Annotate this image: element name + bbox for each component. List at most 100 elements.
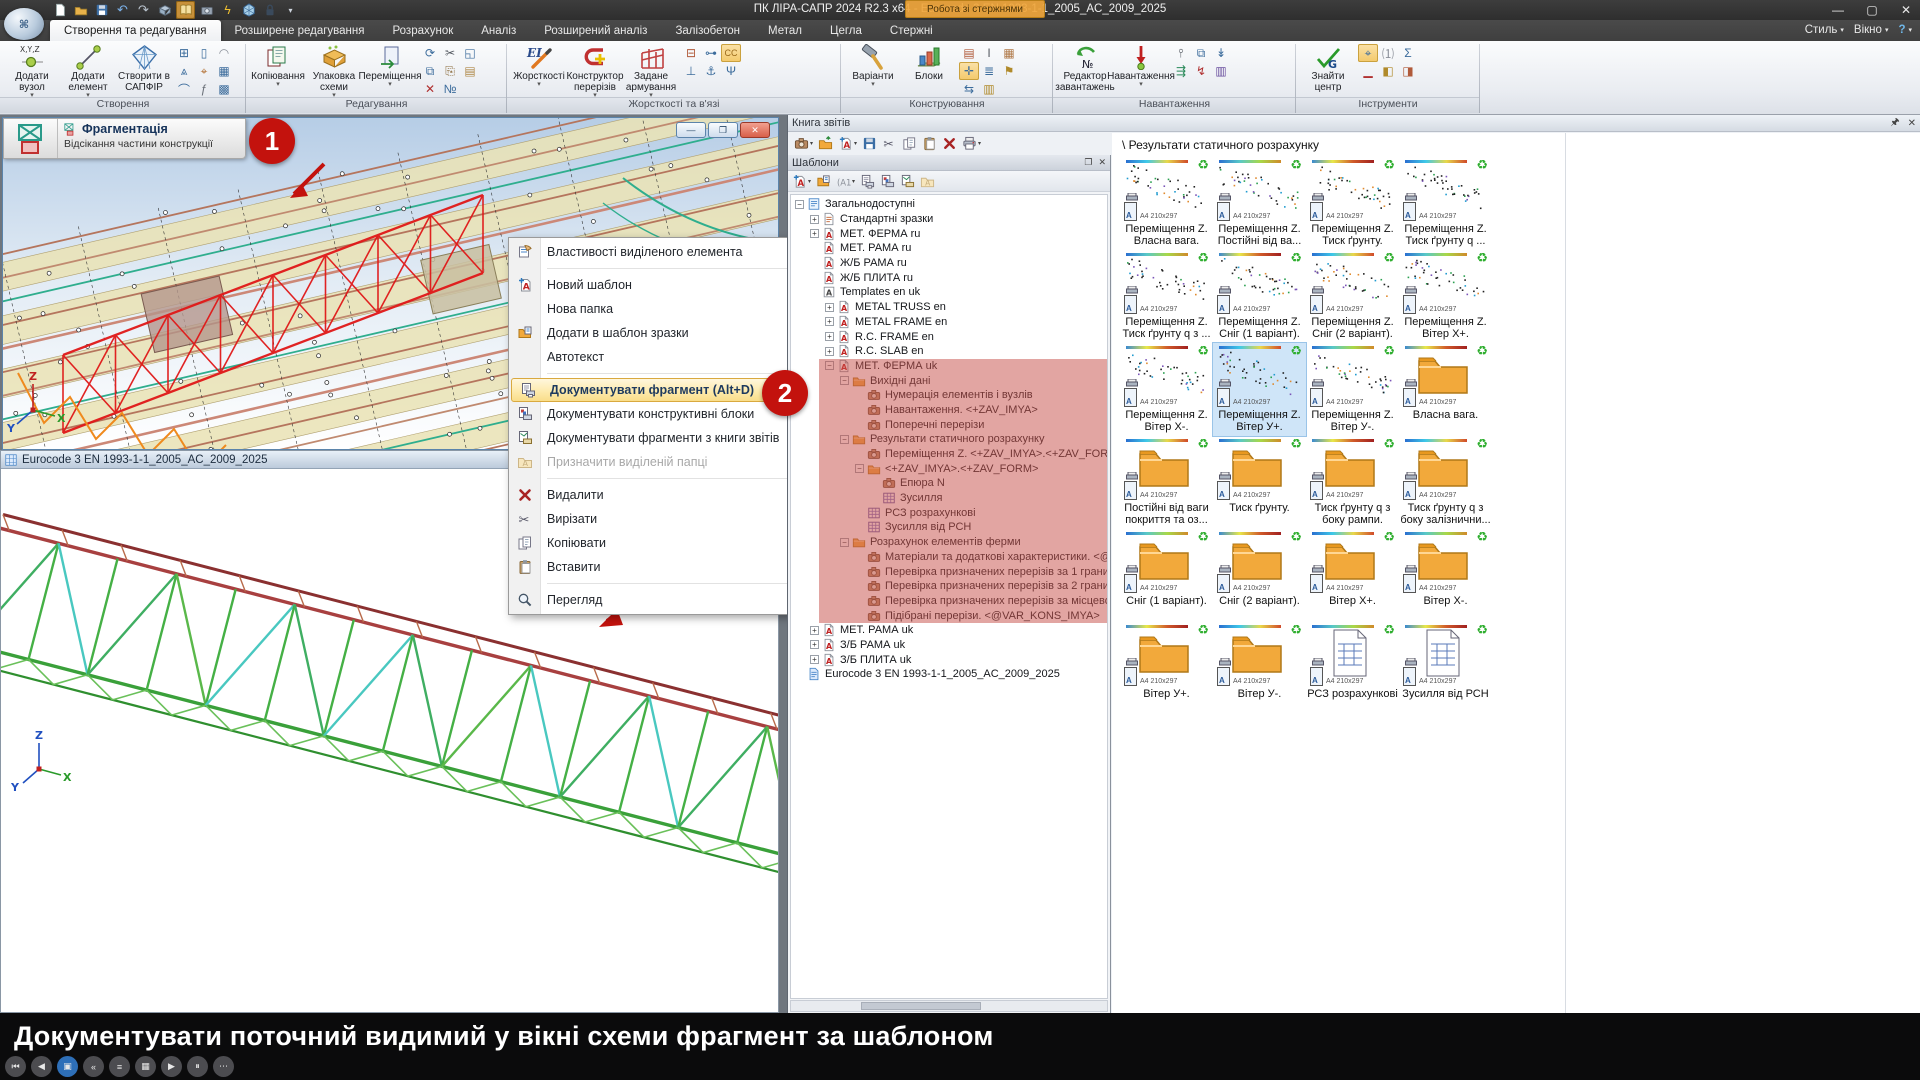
play-icon[interactable]: ▶: [161, 1056, 182, 1077]
refresh-icon[interactable]: ♻: [1197, 436, 1209, 452]
tree-node[interactable]: Поперечні перерізи: [791, 417, 1107, 432]
refresh-icon[interactable]: ♻: [1383, 436, 1395, 452]
palette-icon[interactable]: ◧: [1378, 62, 1398, 80]
support-icon[interactable]: ⊥: [681, 62, 701, 80]
hinge-icon[interactable]: ⚓: [701, 62, 721, 80]
tab-7[interactable]: Метал: [754, 20, 816, 41]
cut-icon[interactable]: ✂: [880, 134, 899, 153]
doc-blocks-icon[interactable]: [878, 172, 897, 191]
tree-node[interactable]: AЖ/Б РАМА ru: [791, 256, 1107, 271]
close-button[interactable]: ✕: [1896, 3, 1916, 17]
template-folder-icon[interactable]: [814, 172, 833, 191]
tree-expander[interactable]: +: [810, 655, 819, 664]
refresh-icon[interactable]: ♻: [1290, 436, 1302, 452]
open-folder-icon[interactable]: [816, 134, 835, 153]
templates-dock-icon[interactable]: ❐: [1084, 157, 1092, 168]
refresh-icon[interactable]: ♻: [1197, 622, 1209, 638]
tree-node[interactable]: +AR.C. SLAB en: [791, 344, 1107, 359]
tree-expander[interactable]: +: [810, 626, 819, 635]
menu-item-16[interactable]: Вставити: [509, 555, 809, 579]
tree-expander[interactable]: +: [810, 640, 819, 649]
erase-icon[interactable]: ✕: [420, 80, 440, 98]
rewind-icon[interactable]: «: [83, 1056, 104, 1077]
column-icon[interactable]: ▯: [194, 44, 214, 62]
mirror-icon[interactable]: ⧉: [420, 62, 440, 80]
tree-horizontal-scrollbar[interactable]: [790, 1000, 1108, 1012]
restart-icon[interactable]: ⏮: [5, 1056, 26, 1077]
frag-minimize-button[interactable]: —: [676, 122, 706, 138]
button-packBox[interactable]: Упаковка схеми▾: [306, 43, 362, 99]
report-item[interactable]: ♻AA4 210x297Переміщення Z. Вітер X+.: [1399, 250, 1492, 343]
tab-6[interactable]: Залізобетон: [661, 20, 754, 41]
report-item[interactable]: ♻AA4 210x297Сніг (1 варіант).: [1120, 529, 1213, 622]
tree-node[interactable]: Eurocode 3 EN 1993-1-1_2005_AC_2009_2025: [791, 667, 1107, 682]
doc-fragment-icon[interactable]: [858, 172, 877, 191]
new-template-icon[interactable]: A▾: [790, 172, 813, 191]
fragmentation-icon[interactable]: [4, 119, 58, 158]
report-item[interactable]: ♻AA4 210x297Переміщення Z. Вітер X-.: [1120, 343, 1213, 436]
copy-icon[interactable]: [900, 134, 919, 153]
frag-close-button[interactable]: ✕: [740, 122, 770, 138]
button-loadsIcon[interactable]: Навантаження▾: [1113, 43, 1169, 88]
axis-icon[interactable]: ⌖: [194, 62, 214, 80]
tab-4[interactable]: Аналіз: [467, 20, 530, 41]
tree-expander[interactable]: −: [840, 376, 849, 385]
save-icon[interactable]: [860, 134, 879, 153]
tree-node[interactable]: Перевірка призначених перерізів за 1 гра…: [791, 564, 1107, 579]
button-findCenter[interactable]: GЗнайти центр: [1300, 43, 1356, 93]
tab-2[interactable]: Розширене редагування: [221, 20, 379, 41]
tree-expander[interactable]: −: [840, 538, 849, 547]
menu-item-3[interactable]: AНовий шаблон: [509, 273, 809, 297]
menu-item-18[interactable]: Перегляд: [509, 588, 809, 612]
snap-icon[interactable]: ⌖: [1358, 44, 1378, 62]
flag-icon[interactable]: ⚑: [999, 62, 1019, 80]
tree-node[interactable]: −<+ZAV_IMYA>.<+ZAV_FORM>: [791, 461, 1107, 476]
tree-node[interactable]: Перевірка призначених перерізів за місце…: [791, 594, 1107, 609]
block-list-icon[interactable]: ≣: [979, 62, 999, 80]
tree-expander[interactable]: +: [825, 332, 834, 341]
menu-item-13[interactable]: Видалити: [509, 483, 809, 507]
wind-load-icon[interactable]: ⇶: [1171, 62, 1191, 80]
new-report-icon[interactable]: A▾: [836, 134, 859, 153]
tree-node[interactable]: −Вихідні дані: [791, 373, 1107, 388]
panel-close-icon[interactable]: ✕: [1908, 118, 1916, 129]
tree-node[interactable]: −AМЕТ. ФЕРМА uk: [791, 359, 1107, 374]
refresh-icon[interactable]: ♻: [1476, 529, 1488, 545]
tree-node[interactable]: AМЕТ. РАМА ru: [791, 241, 1107, 256]
report-item[interactable]: ♻AA4 210x297Зусилля від РСН: [1399, 622, 1492, 715]
delete-icon[interactable]: [940, 134, 959, 153]
button-loadEditor[interactable]: №Редактор завантажень: [1057, 43, 1113, 93]
tree-node[interactable]: +AMETAL TRUSS en: [791, 300, 1107, 315]
truss-icon[interactable]: ⩓: [174, 62, 194, 80]
tree-node[interactable]: Епюра N: [791, 476, 1107, 491]
button-addNode[interactable]: X,Y,ZДодати вузол▾: [4, 43, 60, 99]
load-table-icon[interactable]: ▥: [1211, 62, 1231, 80]
menu-item-15[interactable]: Копіювати: [509, 531, 809, 555]
menu-item-10[interactable]: Документувати фрагменти з книги звітів: [509, 426, 809, 450]
report-item[interactable]: ♻AA4 210x297Переміщення Z. Сніг (1 варіа…: [1213, 250, 1306, 343]
menu-стиль[interactable]: Стиль▾: [1805, 24, 1844, 36]
compare-icon[interactable]: ◨: [1398, 62, 1418, 80]
report-item[interactable]: ♻AA4 210x297Вітер У-.: [1213, 622, 1306, 715]
report-item[interactable]: ♻AA4 210x297Власна вага.: [1399, 343, 1492, 436]
menu-item-1[interactable]: Властивості виділеного елемента: [509, 240, 809, 264]
button-copyBig[interactable]: Копіювання▾: [250, 43, 306, 88]
menu-item-6[interactable]: Автотекст▶: [509, 345, 809, 369]
button-armor[interactable]: Задане армування▾: [623, 43, 679, 99]
refresh-icon[interactable]: ♻: [1197, 529, 1209, 545]
report-item[interactable]: ♻AA4 210x297Тиск ґрунту q з боку залізни…: [1399, 436, 1492, 529]
refresh-icon[interactable]: ♻: [1290, 622, 1302, 638]
paste-small-icon[interactable]: ⎘: [440, 62, 460, 80]
list-icon[interactable]: ≡: [109, 1056, 130, 1077]
tree-expander[interactable]: +: [810, 229, 819, 238]
diagram-icon[interactable]: ▁: [1358, 62, 1378, 80]
report-item[interactable]: ♻AA4 210x297Вітер X-.: [1399, 529, 1492, 622]
report-item[interactable]: ♻AA4 210x297Переміщення Z. Тиск ґрунту q…: [1399, 157, 1492, 250]
tree-expander[interactable]: +: [825, 303, 834, 312]
tree-expander[interactable]: −: [795, 200, 804, 209]
rigid-insert-icon[interactable]: ⊶: [701, 44, 721, 62]
maximize-button[interactable]: ▢: [1862, 3, 1882, 17]
numbering-icon[interactable]: ⑴: [1378, 44, 1398, 62]
tree-node[interactable]: Нумерація елементів і вузлів: [791, 388, 1107, 403]
pin-icon[interactable]: 🖈: [1890, 115, 1899, 132]
